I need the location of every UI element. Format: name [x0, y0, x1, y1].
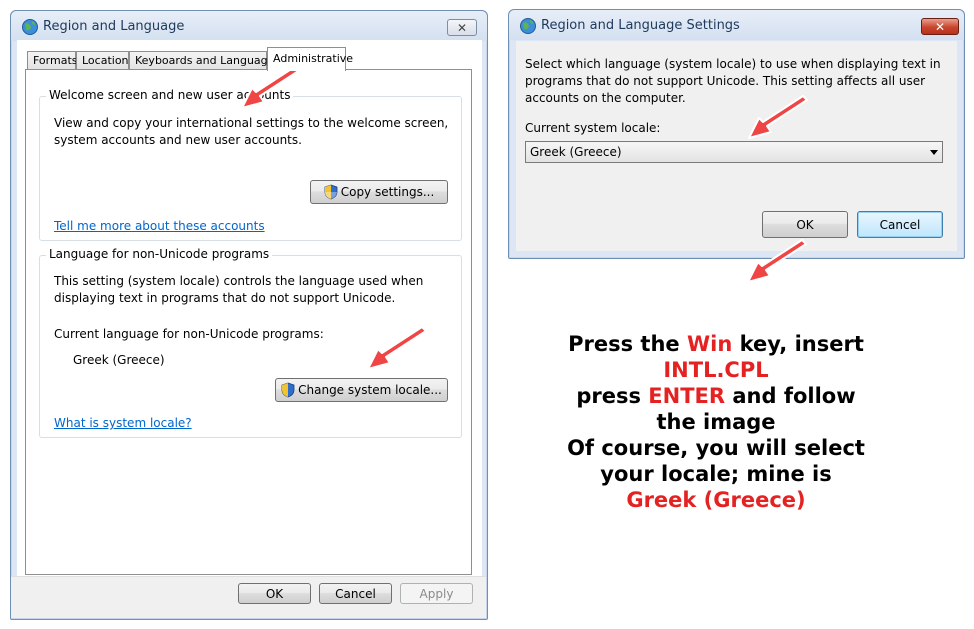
- pointer-arrow-icon: [747, 239, 807, 283]
- close-icon: ✕: [934, 19, 946, 34]
- nonunicode-description: This setting (system locale) controls th…: [54, 274, 424, 305]
- instruction-line-7: Greek (Greece): [626, 488, 806, 512]
- pointer-arrow-icon: [241, 65, 301, 109]
- nonunicode-group-label: Language for non-Unicode programs: [46, 247, 273, 261]
- title-bar[interactable]: Region and Language ✕: [11, 11, 487, 41]
- instruction-line-3: press ENTER and follow: [566, 383, 866, 409]
- system-locale-dropdown[interactable]: Greek (Greece): [525, 141, 943, 163]
- tab-formats[interactable]: Formats: [27, 51, 78, 70]
- system-locale-value: Greek (Greece): [530, 145, 622, 159]
- pointer-arrow-icon: [748, 95, 808, 139]
- accounts-info-link[interactable]: Tell me more about these accounts: [54, 219, 265, 233]
- settings-close-button[interactable]: ✕: [921, 18, 959, 35]
- instruction-line-5: Of course, you will select: [567, 436, 865, 460]
- close-icon: ✕: [456, 20, 468, 35]
- settings-ok-button[interactable]: OK: [762, 211, 848, 238]
- apply-button[interactable]: Apply: [400, 583, 473, 604]
- tab-administrative[interactable]: Administrative: [267, 47, 353, 71]
- cancel-button[interactable]: Cancel: [319, 583, 392, 604]
- instruction-highlight: Win: [686, 332, 733, 356]
- settings-description: Select which language (system locale) to…: [525, 57, 941, 105]
- change-locale-label: Change system locale...: [298, 383, 442, 397]
- instruction-text: Press the: [568, 332, 687, 356]
- pointer-arrow-icon: [367, 326, 427, 370]
- system-locale-info-link[interactable]: What is system locale?: [54, 416, 192, 430]
- welcome-description: View and copy your international setting…: [54, 116, 449, 147]
- tab-location[interactable]: Location: [76, 51, 129, 70]
- instruction-text: and follow: [725, 384, 856, 408]
- close-button[interactable]: ✕: [447, 19, 477, 36]
- instruction-highlight: ENTER: [648, 384, 726, 408]
- instruction-text: key, insert: [732, 332, 864, 356]
- instruction-line-6: your locale; mine is: [600, 462, 832, 486]
- dropdown-arrow-icon: [930, 150, 938, 155]
- copy-settings-button[interactable]: Copy settings...: [310, 180, 448, 204]
- copy-settings-label: Copy settings...: [340, 185, 435, 199]
- globe-icon: [22, 19, 38, 35]
- settings-title-bar[interactable]: Region and Language Settings ✕: [509, 10, 964, 40]
- change-system-locale-button[interactable]: Change system locale...: [275, 378, 448, 402]
- shield-icon: [324, 184, 338, 200]
- ok-button[interactable]: OK: [238, 583, 311, 604]
- globe-icon: [520, 18, 536, 34]
- settings-cancel-button[interactable]: Cancel: [857, 211, 943, 238]
- instructions: Press the Win key, insert INTL.CPL press…: [566, 331, 866, 513]
- current-language-value: Greek (Greece): [73, 353, 165, 367]
- instruction-line-4: the image: [656, 410, 776, 434]
- settings-window-title: Region and Language Settings: [541, 18, 740, 33]
- instruction-line-1: Press the Win key, insert: [566, 331, 866, 357]
- window-title: Region and Language: [43, 19, 185, 34]
- instruction-text: press: [576, 384, 649, 408]
- instruction-line-2: INTL.CPL: [663, 358, 769, 382]
- shield-icon: [281, 382, 295, 398]
